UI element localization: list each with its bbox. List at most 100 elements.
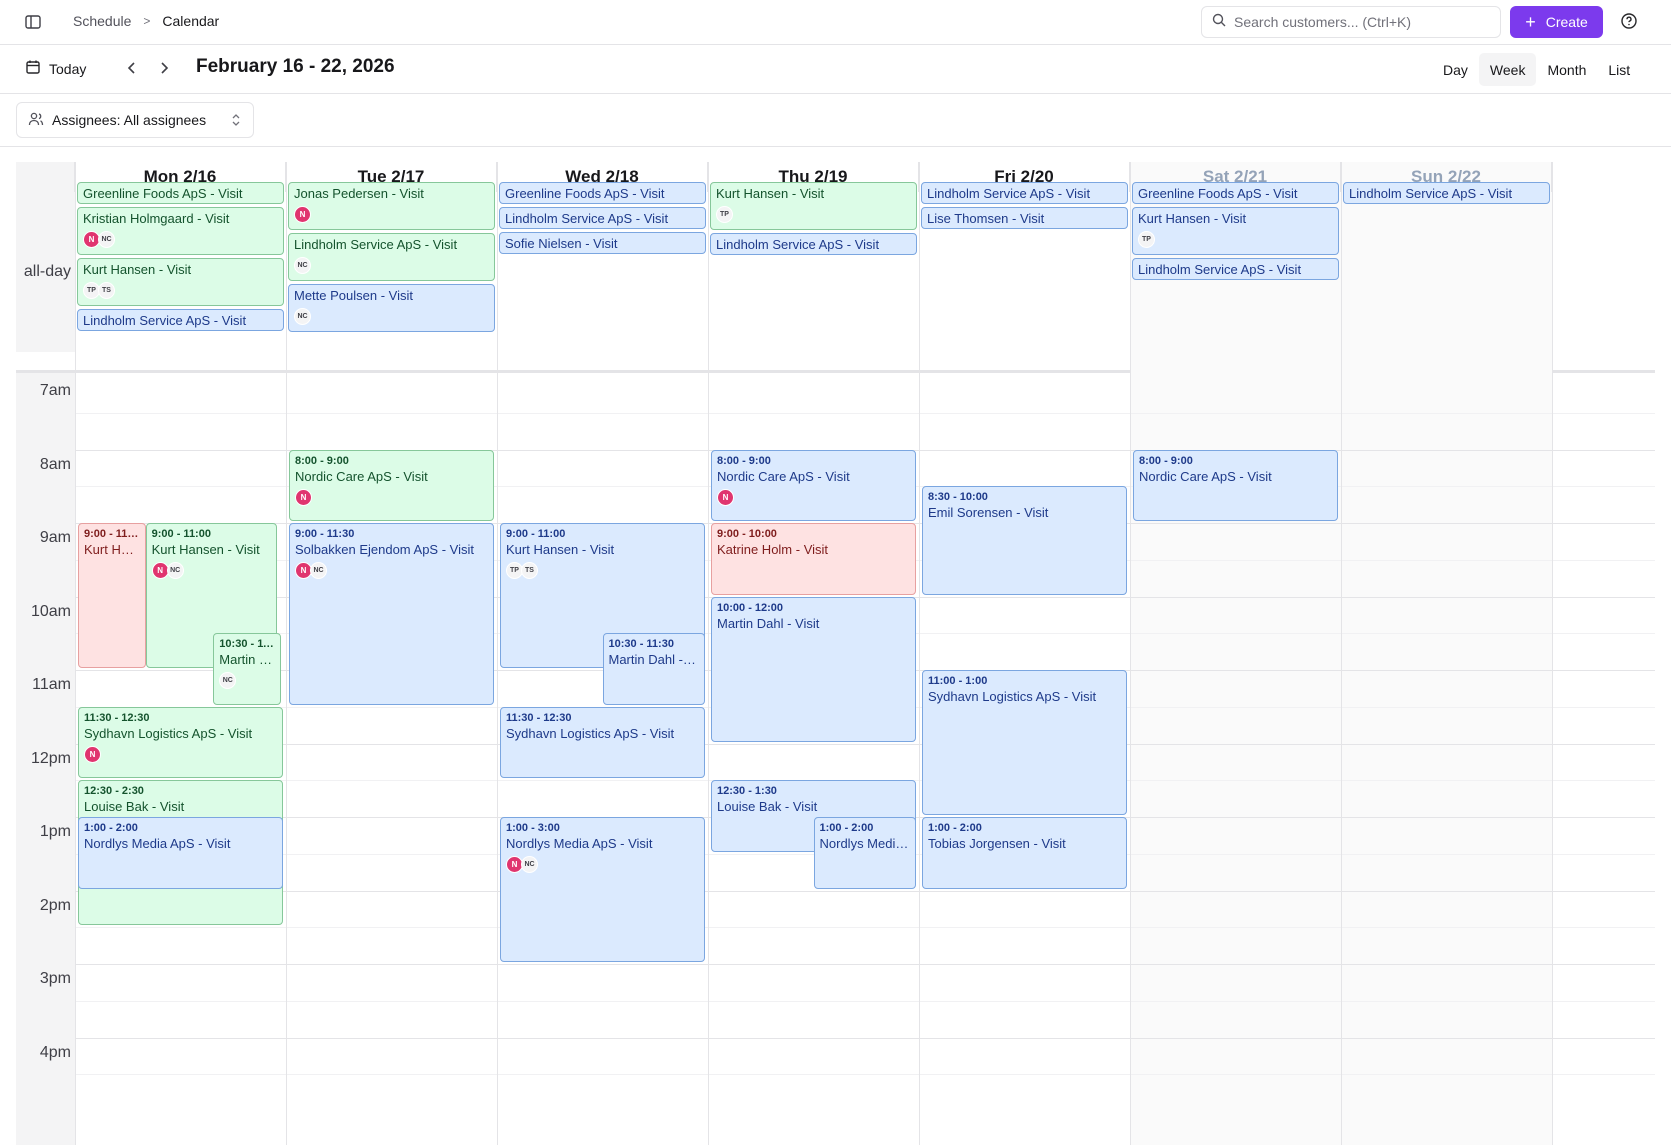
assignee-avatar: N [84,745,101,763]
view-month-button[interactable]: Month [1536,53,1597,86]
create-button-label: Create [1545,14,1588,30]
all-day-event[interactable]: Lindholm Service ApS - Visit [710,233,917,255]
event-title: Nordic Care ApS - Visit [717,468,850,484]
date-range-title: February 16 - 22, 2026 [196,56,395,77]
event-title: Lindholm Service ApS - Visit [1138,262,1302,277]
event-time: 9:00 - 11:30 [295,528,355,540]
event-time: 9:00 - 11:00 [84,528,140,540]
timed-event[interactable]: 1:00 - 2:00 Nordlys Media ApS - Visit [813,817,916,889]
assignees-filter[interactable]: Assignees: All assignees [16,102,254,138]
all-day-event[interactable]: Lindholm Service ApS - Visit [499,207,706,229]
all-day-event[interactable]: Lindholm Service ApS - Visit [77,309,284,331]
top-bar: Schedule > Calendar + Create [0,0,1671,45]
all-day-event[interactable]: Kurt Hansen - Visit TP TS [77,258,284,306]
timed-event[interactable]: 10:30 - 11:30Martin Dahl - Visit [602,633,705,705]
timed-event[interactable]: 1:00 - 2:00 Nordlys Media ApS - Visit [78,817,283,889]
all-day-event[interactable]: Lindholm Service ApS - Visit [1132,258,1339,280]
view-day-button[interactable]: Day [1432,53,1479,86]
all-day-event[interactable]: Sofie Nielsen - Visit [499,232,706,254]
day-column-divider [286,162,287,1145]
all-day-event[interactable]: Lindholm Service ApS - Visit [1343,182,1550,204]
timed-event[interactable]: 1:00 - 2:00 Tobias Jorgensen - Visit [922,817,1127,889]
all-day-event[interactable]: Greenline Foods ApS - Visit [499,182,706,204]
timed-event[interactable]: 8:00 - 9:00 Nordic Care ApS - Visit N [289,449,494,521]
event-time: 12:30 - 1:30 [717,785,777,798]
chevron-right-icon[interactable] [156,58,174,78]
chevron-left-icon[interactable] [124,58,142,78]
event-time: 11:30 - 12:30 [506,711,572,724]
view-list-button[interactable]: List [1597,53,1641,86]
event-time: 8:30 - 10:00 [928,491,988,504]
breadcrumb: Schedule > Calendar [73,13,219,29]
event-title: Lindholm Service ApS - Visit [1349,186,1513,201]
assignee-avatar: TS [98,282,115,299]
all-day-event[interactable]: Kurt Hansen - Visit TP [1132,207,1339,255]
assignee-avatars: TP [1138,231,1333,248]
assignee-avatar: NC [294,308,311,325]
assignees-filter-label: Assignees: All assignees [52,112,207,128]
timed-event[interactable]: 11:30 - 12:30 Sydhavn Logistics ApS - Vis… [500,706,705,779]
hour-label: 3pm [39,970,71,987]
help-icon[interactable] [1620,12,1638,30]
event-title: Sofie Nielsen - Visit [505,236,618,251]
all-day-event[interactable]: Greenline Foods ApS - Visit [77,182,284,204]
event-title: Lindholm Service ApS - Visit [83,313,247,328]
breadcrumb-schedule[interactable]: Schedule [73,13,131,29]
event-title: Lindholm Service ApS - Visit [716,237,880,252]
assignee-avatar: NC [294,257,311,274]
all-day-event[interactable]: Lindholm Service ApS - Visit NC [288,233,495,281]
assignee-avatars: N [717,488,910,506]
event-time: 12:30 - 2:30 [84,785,144,798]
timed-event[interactable]: 9:00 - 11:00 Kurt Hansen - Visit [78,523,146,668]
today-label: Today [49,60,87,77]
all-day-event[interactable]: Kristian Holmgaard - Visit N NC [77,207,284,255]
event-time: 11:30 - 12:30 [84,711,150,724]
timed-event[interactable]: 8:00 - 9:00 Nordic Care ApS - Visit N [711,449,916,521]
hour-gridline [75,1038,1655,1039]
timed-event[interactable]: 8:00 - 9:00 Nordic Care ApS - Visit [1133,449,1338,521]
timed-event[interactable]: 11:30 - 12:30 Sydhavn Logistics ApS - Vis… [78,706,283,779]
search-box[interactable] [1201,6,1501,38]
timed-event[interactable]: 8:30 - 10:00 Emil Sorensen - Visit [922,486,1127,595]
timed-event[interactable]: 10:30 - 11:30Martin Dahl - Visit NC [213,633,281,705]
assignee-avatars: N [295,488,488,506]
event-time: 8:00 - 9:00 [717,454,771,467]
event-time: 8:00 - 9:00 [1139,454,1193,467]
half-hour-gridline [75,927,1655,928]
hour-label: 7am [39,382,71,399]
event-title: Kurt Hansen - Visit [84,542,140,557]
create-button[interactable]: + Create [1510,6,1603,38]
event-title: Kurt Hansen - Visit [83,262,192,277]
assignee-avatar: N [295,488,312,506]
all-day-event[interactable]: Lindholm Service ApS - Visit [921,182,1128,204]
assignee-avatar: N [717,488,734,506]
search-icon [1212,13,1226,32]
event-title: Kurt Hansen - Visit [1138,211,1247,226]
all-day-event[interactable]: Jonas Pedersen - Visit N [288,182,495,230]
event-title: Martin Dahl - Visit [219,652,275,668]
timed-event[interactable]: 1:00 - 3:00 Nordlys Media ApS - Visit N NC [500,817,705,962]
assignee-avatars: N [84,745,277,763]
day-column-divider [1130,162,1131,1145]
all-day-event[interactable]: Greenline Foods ApS - Visit [1132,182,1339,204]
search-input[interactable] [1234,14,1484,30]
view-week-button[interactable]: Week [1478,53,1537,86]
half-hour-gridline [75,1001,1655,1002]
sidebar-toggle-icon[interactable] [24,13,42,31]
hour-label: 11am [32,676,71,693]
event-time: 11:00 - 1:00 [928,675,988,687]
hour-label: 10am [30,603,71,620]
today-button[interactable]: Today [25,59,86,78]
all-day-event[interactable]: Kurt Hansen - Visit TP [710,182,917,230]
plus-icon: + [1525,12,1536,32]
all-day-event[interactable]: Lise Thomsen - Visit [921,207,1128,229]
assignee-avatars: NC [294,308,489,325]
timed-event[interactable]: 11:00 - 1:00 Sydhavn Logistics ApS - Visi… [922,670,1127,815]
day-column-divider [708,162,709,1145]
timed-event[interactable]: 9:00 - 10:00 Katrine Holm - Visit [711,523,916,595]
timed-event[interactable]: 10:00 - 12:00 Martin Dahl - Visit [711,596,916,742]
event-time: 10:30 - 11:30 [608,638,674,651]
hour-label: 4pm [39,1044,71,1061]
timed-event[interactable]: 9:00 - 11:30 Solbakken Ejendom ApS - Visi… [289,523,494,705]
all-day-event[interactable]: Mette Poulsen - Visit NC [288,284,495,332]
